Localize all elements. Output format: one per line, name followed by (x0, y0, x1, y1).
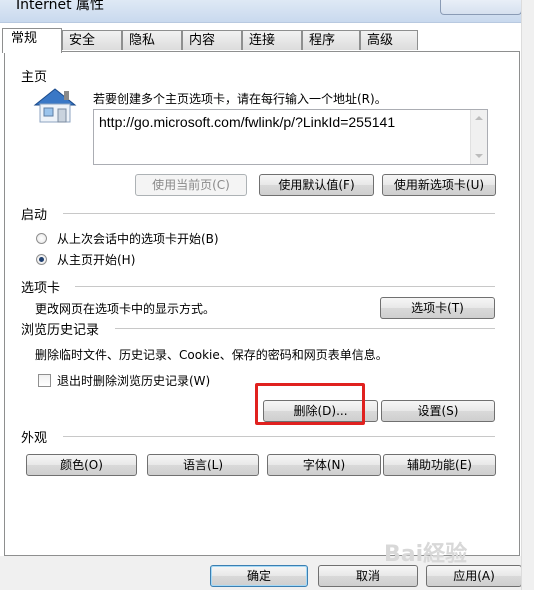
tab-strip: 常规 安全 隐私 内容 连接 程序 高级 (0, 28, 534, 53)
highlight-box (255, 383, 365, 425)
tab-advanced[interactable]: 高级 (360, 30, 418, 50)
home-instruction: 若要创建多个主页选项卡，请在每行输入一个地址(R)。 (93, 92, 387, 106)
page-scrollbar[interactable] (521, 0, 534, 590)
colors-button[interactable]: 颜色(O) (26, 454, 137, 476)
startup-divider (63, 213, 495, 214)
accessibility-button[interactable]: 辅助功能(E) (383, 454, 496, 476)
window-title: Internet 属性 (16, 0, 105, 13)
tab-programs[interactable]: 程序 (302, 30, 360, 50)
tab-security[interactable]: 安全 (62, 30, 122, 50)
use-default-button[interactable]: 使用默认值(F) (259, 174, 374, 196)
appearance-divider (63, 436, 495, 437)
watermark-text: Bai経验 (384, 542, 468, 567)
tabs-heading: 选项卡 (21, 281, 61, 296)
radio-start-home[interactable] (36, 254, 47, 265)
apply-button[interactable]: 应用(A) (426, 565, 522, 587)
cancel-button[interactable]: 取消 (318, 565, 418, 587)
title-bar: Internet 属性 (0, 0, 534, 23)
history-heading: 浏览历史记录 (21, 323, 100, 338)
tab-connections[interactable]: 连接 (242, 30, 302, 50)
radio-last-session[interactable] (36, 233, 47, 244)
radio-start-home-label: 从主页开始(H) (57, 253, 136, 267)
home-url-text: http://go.microsoft.com/fwlink/p/?LinkId… (99, 114, 396, 130)
history-divider (115, 328, 495, 329)
tab-privacy[interactable]: 隐私 (122, 30, 182, 50)
tab-general[interactable]: 常规 (2, 28, 62, 53)
fonts-button[interactable]: 字体(N) (267, 454, 381, 476)
scroll-up-icon[interactable] (475, 116, 483, 120)
settings-button[interactable]: 设置(S) (381, 400, 495, 422)
tabs-description: 更改网页在选项卡中的显示方式。 (35, 302, 216, 316)
use-new-tab-button[interactable]: 使用新选项卡(U) (382, 174, 496, 196)
appearance-heading: 外观 (21, 431, 48, 446)
url-scrollbar[interactable] (470, 110, 487, 164)
ok-button[interactable]: 确定 (210, 565, 308, 587)
general-panel: 主页 若要创建多个主页选项卡，请在每行输入一个地址(R)。 http://go.… (4, 51, 520, 556)
scroll-down-icon[interactable] (475, 154, 483, 158)
radio-last-session-label: 从上次会话中的选项卡开始(B) (57, 232, 219, 246)
close-button[interactable] (440, 0, 522, 15)
tabs-divider (75, 286, 495, 287)
delete-on-exit-checkbox[interactable] (38, 374, 51, 387)
home-url-textarea[interactable]: http://go.microsoft.com/fwlink/p/?LinkId… (93, 109, 488, 165)
history-description: 删除临时文件、历史记录、Cookie、保存的密码和网页表单信息。 (35, 348, 388, 362)
tabs-button[interactable]: 选项卡(T) (380, 297, 495, 319)
use-current-button[interactable]: 使用当前页(C) (135, 174, 247, 196)
tab-content[interactable]: 内容 (182, 30, 242, 50)
languages-button[interactable]: 语言(L) (147, 454, 259, 476)
startup-heading: 启动 (21, 208, 48, 223)
house-icon (33, 88, 77, 123)
delete-on-exit-label: 退出时删除浏览历史记录(W) (57, 374, 211, 388)
home-heading: 主页 (21, 70, 48, 85)
